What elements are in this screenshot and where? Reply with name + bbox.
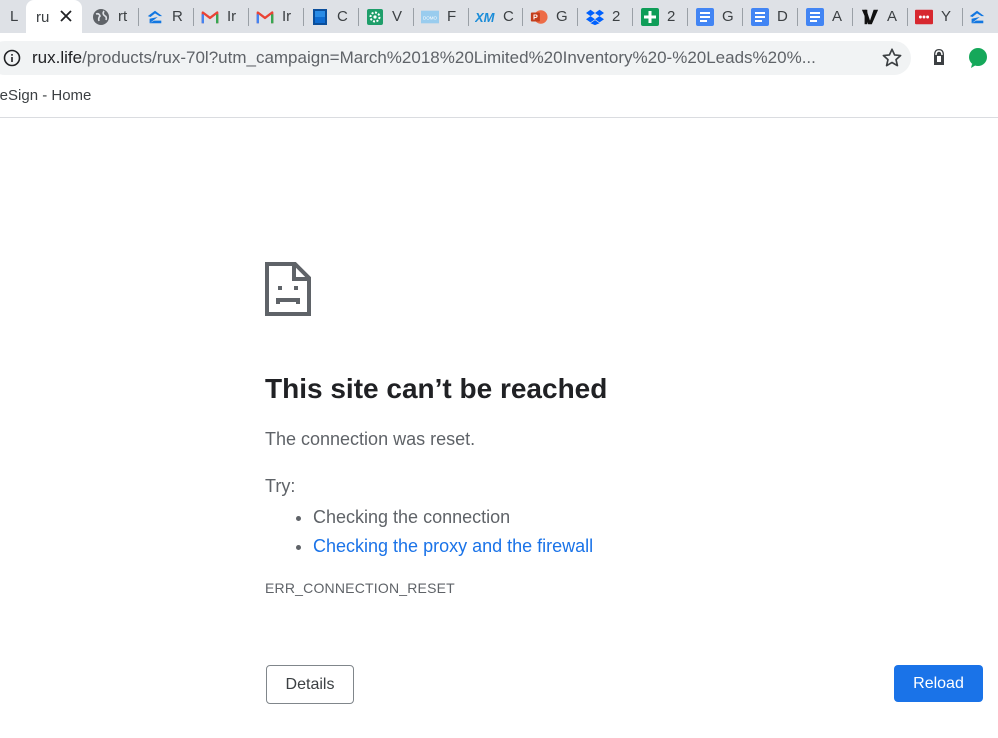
tab[interactable]: DOMO F (421, 0, 467, 33)
tab-title: 2 (612, 8, 621, 25)
zillow-icon (146, 8, 164, 26)
tab-title: C (503, 8, 514, 25)
tab-separator (632, 8, 633, 26)
suggestion-list: Checking the connection Checking the pro… (290, 503, 593, 561)
svg-text:P: P (533, 12, 538, 21)
tab-separator (248, 8, 249, 26)
tab-strip: L ru rt R Ir Ir C V DOMO F XM C P G 2 2 … (0, 0, 998, 33)
tab[interactable]: A (806, 0, 852, 33)
tab-separator (138, 8, 139, 26)
tab-separator (303, 8, 304, 26)
tab-active[interactable]: ru (26, 0, 82, 33)
extension-icon[interactable] (928, 46, 950, 68)
globe-icon (92, 8, 110, 26)
tab-title: Ir (227, 8, 237, 25)
tab[interactable]: Y (915, 0, 961, 33)
error-message: The connection was reset. (265, 429, 476, 449)
sad-page-icon (265, 262, 311, 316)
tab-title: rt (118, 8, 128, 25)
try-label: Try: (265, 476, 296, 496)
tab-separator (193, 8, 194, 26)
tab[interactable]: XM C (475, 0, 521, 33)
tab-title: R (172, 8, 183, 25)
close-icon[interactable] (58, 8, 74, 24)
tab[interactable] (968, 0, 998, 33)
grammarly-icon[interactable] (966, 46, 990, 70)
bookmark-star-icon[interactable] (881, 47, 903, 69)
powerpoint-icon: P (530, 8, 548, 26)
tab-separator (687, 8, 688, 26)
svg-text:XM: XM (475, 10, 496, 25)
tab-title: L (10, 8, 19, 25)
tab[interactable]: L (0, 0, 22, 33)
tab[interactable]: P G (530, 0, 576, 33)
tab[interactable]: D (751, 0, 797, 33)
gmail-icon (256, 8, 274, 26)
tab-separator (907, 8, 908, 26)
proxy-firewall-link[interactable]: Checking the proxy and the firewall (313, 536, 593, 556)
tab-title: D (777, 8, 788, 25)
url-host: rux.life (32, 48, 83, 67)
tab[interactable]: 2 (641, 0, 687, 33)
reload-button[interactable]: Reload (894, 665, 983, 702)
docs-icon (751, 7, 769, 26)
error-code: ERR_CONNECTION_RESET (265, 580, 455, 596)
tab-title: A (832, 8, 843, 25)
tab-title: 2 (667, 8, 676, 25)
app-blue-icon (311, 8, 329, 26)
tab[interactable]: A (861, 0, 907, 33)
tab-title: V (392, 8, 403, 25)
url-text[interactable]: rux.life/products/rux-70l?utm_campaign=M… (32, 48, 862, 68)
domo-icon: DOMO (421, 8, 439, 26)
tab-title: C (337, 8, 348, 25)
docs-icon (696, 7, 714, 26)
dropbox-icon (586, 8, 604, 26)
tab[interactable]: G (696, 0, 742, 33)
zillow-icon (968, 8, 986, 26)
tab[interactable]: 2 (586, 0, 632, 33)
error-title: This site can’t be reached (265, 373, 608, 404)
tab-title: F (447, 8, 457, 25)
tab-title: G (556, 8, 568, 25)
tab-title: Y (941, 8, 952, 25)
tab[interactable]: V (366, 0, 412, 33)
tab-separator (797, 8, 798, 26)
tab[interactable]: R (146, 0, 192, 33)
suggestion-item: Checking the proxy and the firewall (313, 532, 593, 561)
svg-text:DOMO: DOMO (423, 15, 437, 20)
tab-separator (577, 8, 578, 26)
tab-separator (852, 8, 853, 26)
red-app-icon (915, 8, 933, 26)
tab-separator (742, 8, 743, 26)
tab-separator (962, 8, 963, 26)
bookmark-item[interactable]: eleSign - Home (0, 87, 91, 104)
tab-separator (358, 8, 359, 26)
details-button[interactable]: Details (266, 665, 354, 704)
tab-title: Ir (282, 8, 292, 25)
vox-icon (861, 8, 879, 26)
xm-icon: XM (475, 8, 497, 26)
suggestion-text: Checking the connection (313, 507, 511, 527)
suggestion-item: Checking the connection (313, 503, 593, 532)
url-path: /products/rux-70l?utm_campaign=March%201… (82, 48, 816, 67)
tab-separator (468, 8, 469, 26)
tab[interactable]: C (311, 0, 357, 33)
tab-separator (413, 8, 414, 26)
tab[interactable]: rt (92, 0, 138, 33)
sheets-icon (641, 7, 659, 26)
docs-icon (806, 7, 824, 26)
gear-green-icon (366, 8, 384, 26)
tab-title: G (722, 8, 734, 25)
tab[interactable]: Ir (201, 0, 247, 33)
gmail-icon (201, 8, 219, 26)
tab[interactable]: Ir (256, 0, 302, 33)
info-icon[interactable] (3, 49, 21, 67)
tab-title: ru (36, 8, 50, 26)
tab-title: A (887, 8, 898, 25)
bookmarks-bar: eleSign - Home (0, 83, 998, 118)
tab-separator (522, 8, 523, 26)
